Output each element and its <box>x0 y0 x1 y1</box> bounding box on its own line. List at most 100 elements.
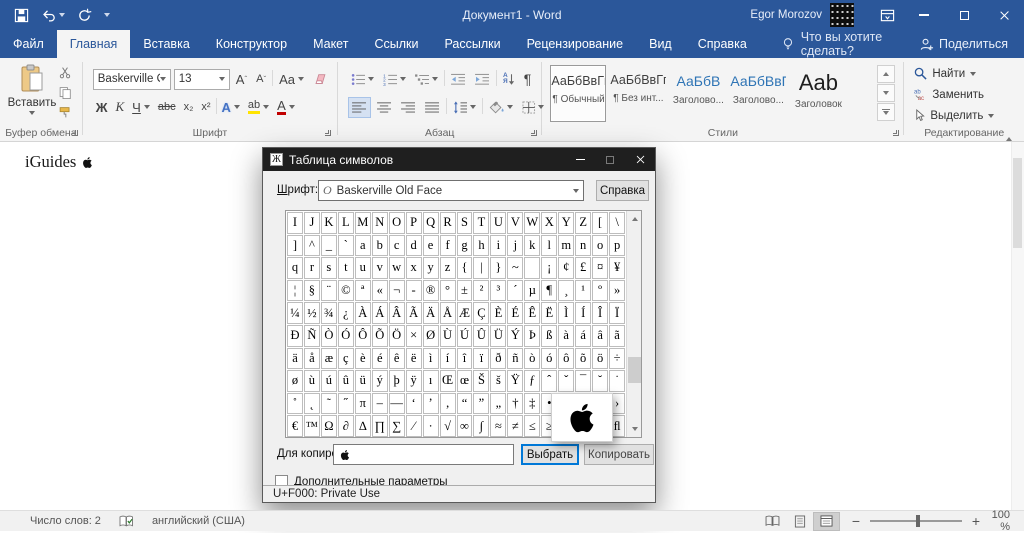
line-spacing-button[interactable] <box>450 97 479 118</box>
charmap-cell[interactable]: ë <box>406 348 422 370</box>
charmap-cell[interactable]: ß <box>541 325 557 347</box>
charmap-cell[interactable]: ø <box>287 370 303 392</box>
charmap-cell[interactable]: œ <box>457 370 473 392</box>
charmap-cell[interactable]: X <box>541 212 557 234</box>
charmap-cell[interactable]: ] <box>287 235 303 257</box>
charmap-cell[interactable] <box>524 257 540 279</box>
charmap-cell[interactable]: ¦ <box>287 280 303 302</box>
charmap-cell[interactable]: Ý <box>507 325 523 347</box>
charmap-cell[interactable]: Z <box>575 212 591 234</box>
charmap-cell[interactable]: ‚ <box>440 393 456 415</box>
zoom-level[interactable]: 100 % <box>982 509 1024 533</box>
word-count[interactable]: Число слов: 2 <box>0 511 110 532</box>
charmap-cell[interactable]: g <box>457 235 473 257</box>
charmap-cell[interactable]: — <box>389 393 405 415</box>
charmap-cell[interactable]: j <box>507 235 523 257</box>
font-color-button[interactable]: А <box>274 97 298 118</box>
style-no-spacing[interactable]: АаБбВвГг,¶ Без инт... <box>610 65 666 122</box>
charmap-cell[interactable]: û <box>338 370 354 392</box>
font-dialog-launcher[interactable] <box>323 128 333 138</box>
charmap-cell[interactable]: Ÿ <box>507 370 523 392</box>
charmap-cell[interactable]: V <box>507 212 523 234</box>
charmap-cell[interactable]: Õ <box>372 325 388 347</box>
charmap-cell[interactable]: ˚ <box>287 393 303 415</box>
charmap-cell[interactable]: î <box>457 348 473 370</box>
charmap-cell[interactable]: ˘ <box>592 370 608 392</box>
charmap-cell[interactable]: € <box>287 415 303 437</box>
bullets-button[interactable] <box>348 69 377 90</box>
charmap-cell[interactable]: Â <box>389 302 405 324</box>
charmap-cell[interactable]: ∏ <box>372 415 388 437</box>
charmap-cell[interactable]: P <box>406 212 422 234</box>
shading-button[interactable] <box>486 97 516 118</box>
replace-button[interactable]: ab ac Заменить <box>904 85 994 104</box>
charmap-cell[interactable]: ˇ <box>558 370 574 392</box>
tab-design[interactable]: Конструктор <box>203 30 300 58</box>
print-layout-button[interactable] <box>786 512 813 531</box>
charmap-cell[interactable]: © <box>338 280 354 302</box>
language-status[interactable]: английский (США) <box>143 511 254 532</box>
text-effects-button[interactable]: А <box>219 97 243 118</box>
paragraph-dialog-launcher[interactable] <box>529 128 539 138</box>
shrink-font-button[interactable]: Аˇ <box>253 69 269 90</box>
collapse-ribbon-button[interactable] <box>1006 123 1012 137</box>
paste-button[interactable]: Вставить <box>8 64 56 130</box>
charmap-cell[interactable]: ¡ <box>541 257 557 279</box>
charmap-cell[interactable]: ı <box>423 370 439 392</box>
charmap-cell[interactable]: L <box>338 212 354 234</box>
close-button[interactable] <box>984 0 1024 30</box>
charmap-cell[interactable]: ¥ <box>609 257 625 279</box>
charmap-cell[interactable]: ∙ <box>423 415 439 437</box>
styles-more-button[interactable] <box>877 103 895 121</box>
dialog-font-combo[interactable]: O Baskerville Old Face <box>318 180 584 201</box>
charmap-cell[interactable]: ¯ <box>575 370 591 392</box>
save-button[interactable] <box>14 8 29 23</box>
read-mode-button[interactable] <box>759 512 786 531</box>
charmap-cell[interactable]: ∞ <box>457 415 473 437</box>
charmap-cell[interactable]: Ì <box>558 302 574 324</box>
charmap-cell[interactable]: ” <box>473 393 489 415</box>
undo-button[interactable] <box>41 8 65 22</box>
charmap-cell[interactable]: ÷ <box>609 348 625 370</box>
charmap-cell[interactable]: ` <box>338 235 354 257</box>
charmap-cell[interactable]: ô <box>558 348 574 370</box>
styles-dialog-launcher[interactable] <box>891 128 901 138</box>
styles-scroll-down-button[interactable] <box>877 84 895 102</box>
charmap-cell[interactable]: ¿ <box>338 302 354 324</box>
find-button[interactable]: Найти <box>904 64 994 83</box>
charmap-cell[interactable]: ≠ <box>507 415 523 437</box>
charmap-cell[interactable]: q <box>287 257 303 279</box>
charmap-cell[interactable]: Ï <box>609 302 625 324</box>
charmap-cell[interactable]: ÿ <box>406 370 422 392</box>
subscript-button[interactable]: x₂ <box>181 97 197 118</box>
charmap-cell[interactable]: Œ <box>440 370 456 392</box>
charmap-cell[interactable]: Ë <box>541 302 557 324</box>
charmap-cell[interactable]: v <box>372 257 388 279</box>
charmap-cell[interactable]: Ç <box>473 302 489 324</box>
dialog-maximize-button[interactable] <box>595 148 625 171</box>
charmap-cell[interactable]: b <box>372 235 388 257</box>
underline-button[interactable]: Ч <box>129 97 153 118</box>
charmap-cell[interactable]: I <box>287 212 303 234</box>
charmap-cell[interactable]: Þ <box>524 325 540 347</box>
zoom-slider[interactable] <box>870 520 962 522</box>
charmap-cell[interactable]: ï <box>473 348 489 370</box>
charmap-cell[interactable]: é <box>372 348 388 370</box>
charmap-cell[interactable]: õ <box>575 348 591 370</box>
charmap-cell[interactable]: m <box>558 235 574 257</box>
dialog-titlebar[interactable]: Ж Таблица символов <box>263 148 655 171</box>
charmap-cell[interactable]: ñ <box>507 348 523 370</box>
charmap-cell[interactable]: ⁄ <box>406 415 422 437</box>
charmap-cell[interactable]: \ <box>609 212 625 234</box>
charmap-cell[interactable]: ¤ <box>592 257 608 279</box>
charmap-cell[interactable]: f <box>440 235 456 257</box>
charmap-cell[interactable]: T <box>473 212 489 234</box>
dialog-minimize-button[interactable] <box>565 148 595 171</box>
document-scrollbar-thumb[interactable] <box>1013 158 1022 248</box>
tab-review[interactable]: Рецензирование <box>514 30 637 58</box>
dialog-close-button[interactable] <box>625 148 655 171</box>
charmap-cell[interactable]: Æ <box>457 302 473 324</box>
charmap-cell[interactable]: Ô <box>355 325 371 347</box>
charmap-cell[interactable]: þ <box>389 370 405 392</box>
copy-characters-button[interactable]: Копировать <box>584 444 654 465</box>
